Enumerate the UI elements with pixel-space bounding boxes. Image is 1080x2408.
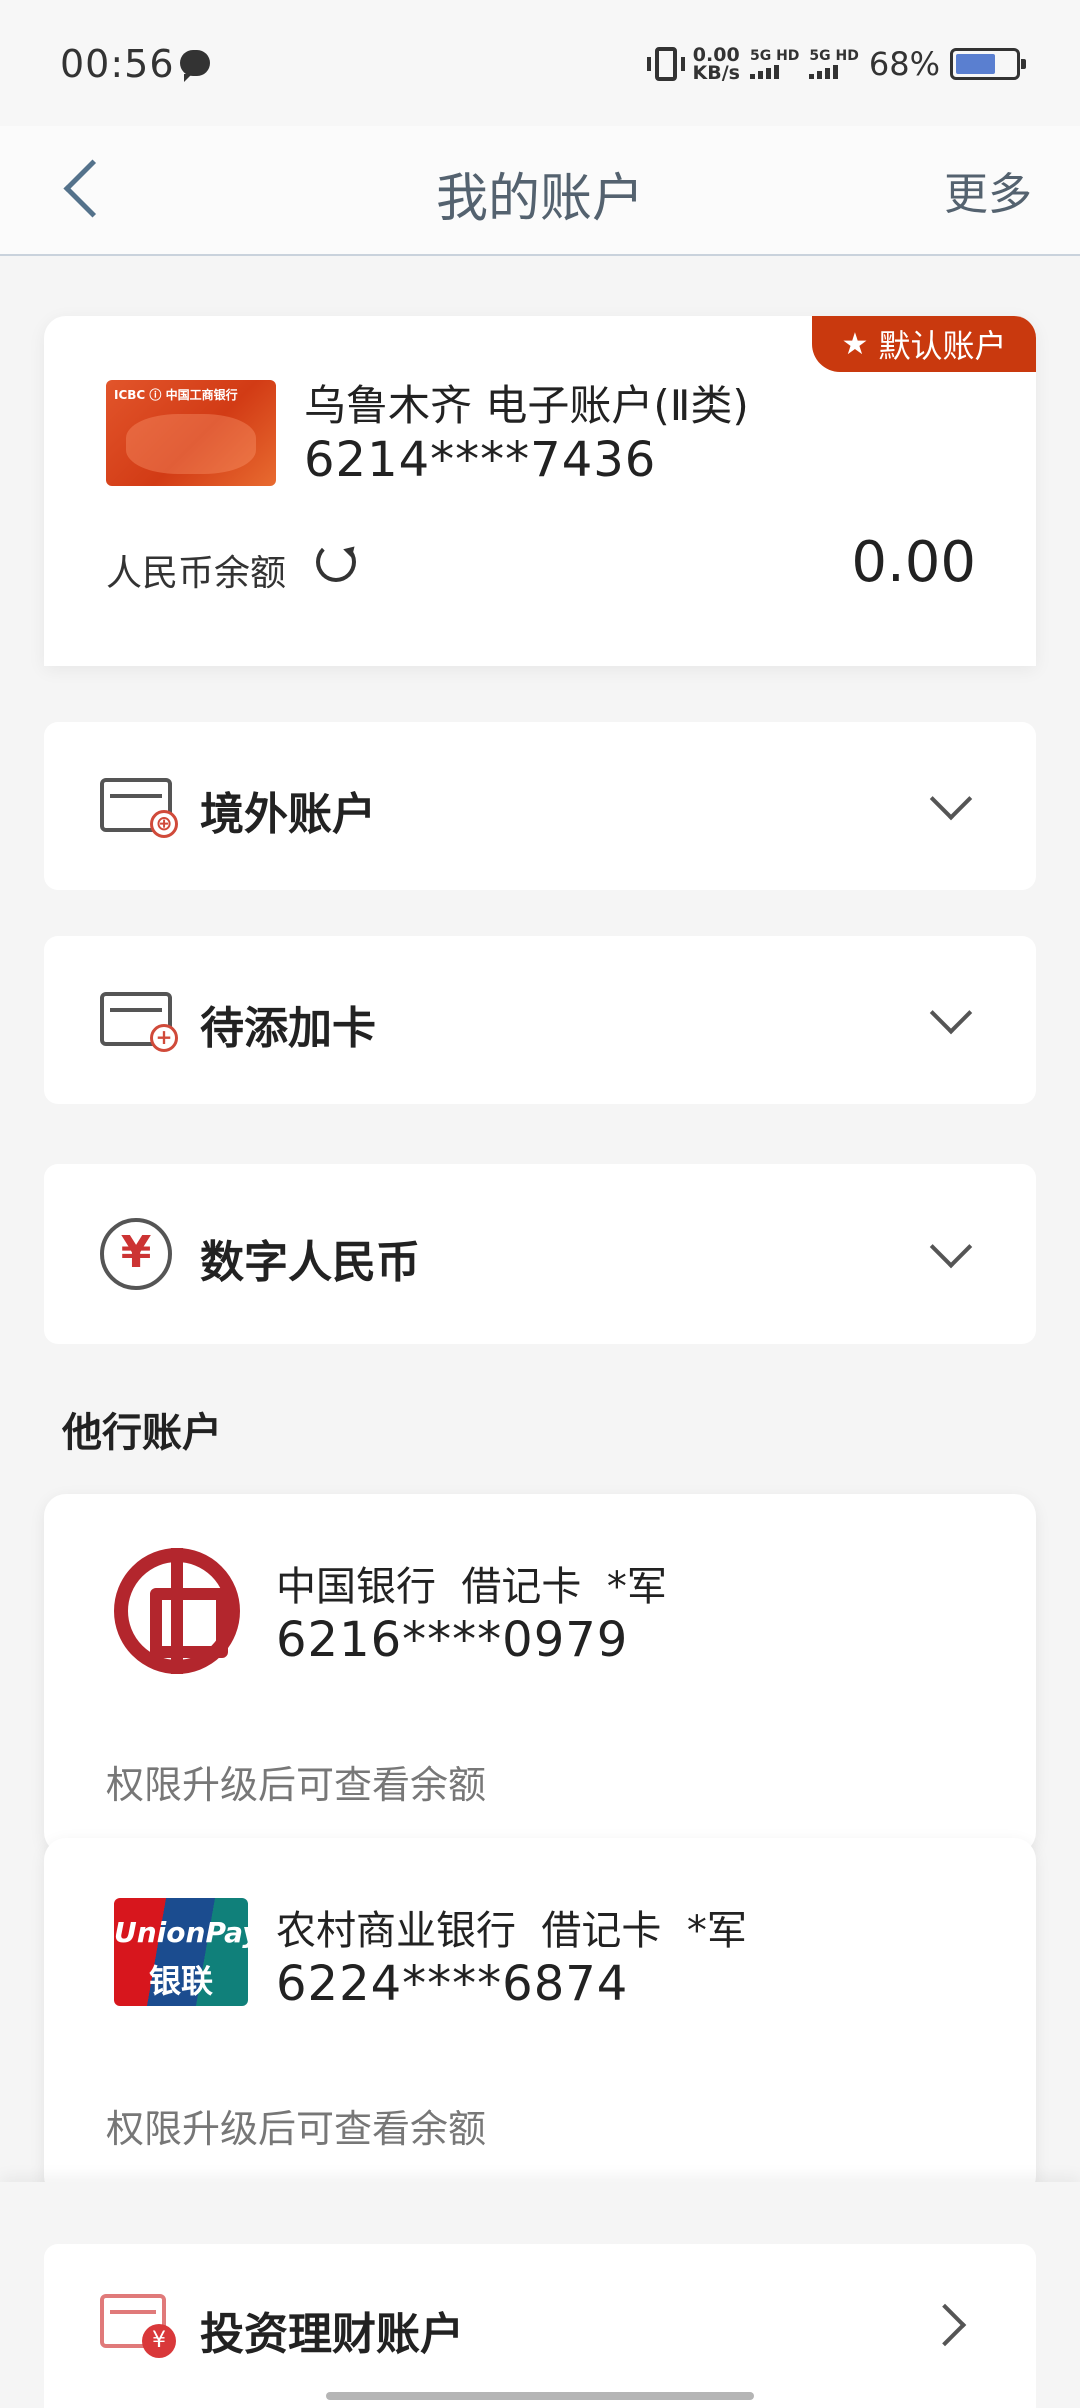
account-name: 乌鲁木齐 电子账户(Ⅱ类) [304,381,749,430]
investment-wallet-icon: ¥ [100,2294,176,2358]
page-title: 我的账户 [435,169,644,229]
default-account-badge: ★ 默认账户 [812,316,1036,372]
status-bar: 00:56 0.00 KB/s 5G HD 5G HD 68% [0,0,1080,126]
account-number: 6214****7436 [304,432,657,488]
default-account-badge-label: 默认账户 [878,327,1007,365]
other-bank-card[interactable]: 中国银行 借记卡 *军 6216****0979 权限升级后可查看余额 [44,1494,1036,1854]
icbc-card-image: ICBC ⓘ 中国工商银行 [106,380,276,486]
chevron-down-icon[interactable] [929,777,973,821]
chevron-right-icon[interactable] [923,2303,967,2347]
sim2-label: 5G HD [809,48,859,64]
battery-icon [950,48,1026,80]
balance-upgrade-note: 权限升级后可查看余额 [106,2107,487,2151]
network-speed: 0.00 KB/s [692,46,740,84]
card-brand-text: ICBC ⓘ 中国工商银行 [114,388,238,402]
investment-account-row[interactable]: ¥ 投资理财账户 [44,2244,1036,2408]
unionpay-logo-text: UnionPay [114,1916,248,1949]
chevron-down-icon[interactable] [929,1225,973,1269]
nav-header: 我的账户 更多 [0,126,1080,256]
overseas-card-icon: ⊕ [100,778,178,838]
overseas-accounts-label: 境外账户 [200,789,376,840]
card-number: 6224****6874 [276,1956,629,2012]
overseas-accounts-row[interactable]: ⊕ 境外账户 [44,722,1036,890]
status-icons: 0.00 KB/s 5G HD 5G HD 68% [646,44,1026,84]
digital-rmb-row[interactable]: ¥ 数字人民币 [44,1164,1036,1344]
other-bank-card[interactable]: UnionPay 银联 农村商业银行 借记卡 *军 6224****6874 权… [44,1838,1036,2198]
status-time: 00:56 [60,42,175,86]
signal-sim1-icon: 5G HD [749,48,800,79]
balance-upgrade-note: 权限升级后可查看余额 [106,1763,487,1807]
star-icon: ★ [841,326,869,362]
signal-sim2-icon: 5G HD [809,48,859,79]
vibrate-icon [646,47,685,81]
world-map-graphic [126,414,256,474]
sim1-label: 5G HD [749,48,800,64]
pending-cards-label: 待添加卡 [200,1003,376,1054]
balance-label: 人民币余额 [106,553,287,594]
default-account-card[interactable]: ★ 默认账户 ICBC ⓘ 中国工商银行 乌鲁木齐 电子账户(Ⅱ类) 6214*… [44,316,1036,666]
network-speed-unit: KB/s [692,62,740,84]
bank-name: 农村商业银行 借记卡 *军 [276,1908,747,1954]
digital-rmb-label: 数字人民币 [200,1237,420,1288]
pending-cards-row[interactable]: + 待添加卡 [44,936,1036,1104]
other-banks-heading: 他行账户 [62,1410,222,1456]
unionpay-logo: UnionPay 银联 [114,1898,248,2006]
investment-account-label: 投资理财账户 [200,2309,464,2360]
card-number: 6216****0979 [276,1612,629,1668]
bank-of-china-logo [114,1548,240,1674]
refresh-icon[interactable] [316,542,356,582]
add-card-icon: + [100,992,178,1052]
more-button[interactable]: 更多 [944,158,1032,222]
digital-yuan-icon: ¥ [100,1218,172,1290]
home-indicator[interactable] [326,2392,754,2400]
unionpay-logo-chinese: 银联 [148,1962,213,2000]
bank-name: 中国银行 借记卡 *军 [276,1564,667,1610]
chevron-down-icon[interactable] [929,991,973,1035]
battery-percent: 68% [868,45,940,83]
bottom-sheet: ¥ 投资理财账户 [0,2182,1080,2408]
balance-value: 0.00 [851,530,976,595]
message-notification-icon [180,50,210,82]
